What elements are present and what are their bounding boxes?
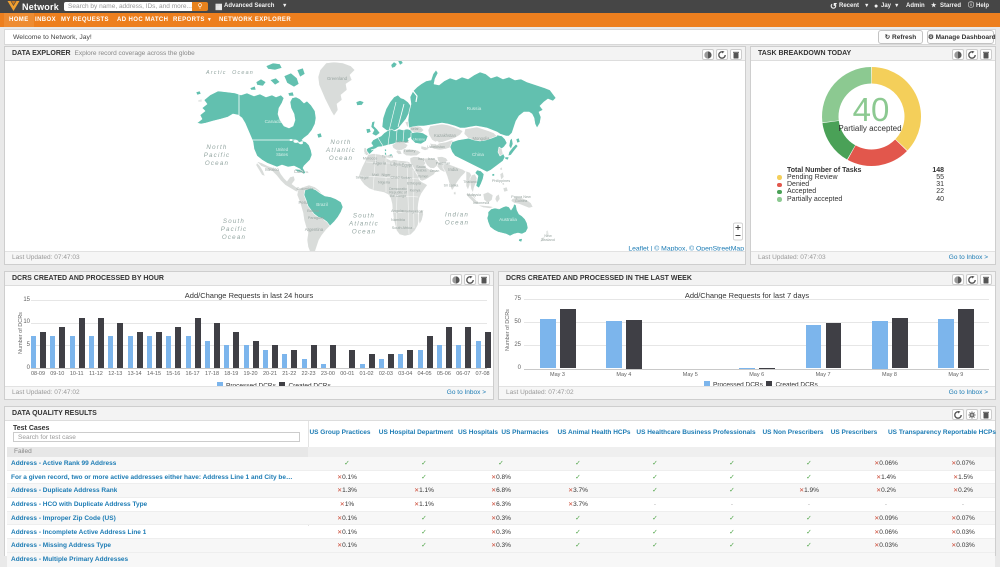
svg-text:Ukraine: Ukraine bbox=[413, 138, 425, 142]
svg-text:Zealand: Zealand bbox=[541, 238, 555, 242]
svg-text:Guinea: Guinea bbox=[515, 199, 528, 203]
svg-text:Tunisia: Tunisia bbox=[382, 155, 393, 159]
svg-text:Kazakhstan: Kazakhstan bbox=[434, 133, 457, 138]
svg-text:China: China bbox=[472, 152, 484, 157]
svg-text:Ocean: Ocean bbox=[329, 155, 353, 162]
svg-text:Romania: Romania bbox=[396, 140, 409, 144]
svg-text:Ocean: Ocean bbox=[222, 234, 246, 241]
svg-text:Ocean: Ocean bbox=[205, 160, 229, 167]
svg-text:Pacific: Pacific bbox=[204, 152, 231, 159]
svg-text:Canada: Canada bbox=[265, 119, 282, 125]
svg-text:Bolivia: Bolivia bbox=[307, 208, 320, 213]
svg-text:South: South bbox=[353, 213, 375, 220]
svg-text:Madagascar: Madagascar bbox=[403, 210, 425, 214]
svg-text:South Africa: South Africa bbox=[392, 226, 413, 230]
svg-text:Sri Lanka: Sri Lanka bbox=[444, 184, 459, 188]
svg-text:Iran: Iran bbox=[428, 156, 435, 161]
svg-text:Atlantic: Atlantic bbox=[348, 220, 379, 227]
svg-text:Egypt: Egypt bbox=[402, 162, 414, 167]
svg-text:Uzbekistan: Uzbekistan bbox=[427, 145, 445, 149]
svg-text:Philippines: Philippines bbox=[492, 179, 510, 183]
svg-text:the Congo: the Congo bbox=[390, 194, 406, 198]
svg-text:Arabia: Arabia bbox=[416, 168, 428, 172]
svg-text:States: States bbox=[276, 152, 288, 157]
svg-text:Algeria: Algeria bbox=[373, 161, 387, 166]
svg-text:Colombia: Colombia bbox=[297, 186, 315, 191]
svg-text:Mongolia: Mongolia bbox=[473, 136, 491, 141]
svg-text:Belar...: Belar... bbox=[411, 127, 422, 131]
svg-text:Brazil: Brazil bbox=[316, 202, 328, 207]
svg-text:Paraguay: Paraguay bbox=[308, 216, 324, 220]
svg-text:Pakistan: Pakistan bbox=[436, 162, 451, 166]
svg-text:Senegal: Senegal bbox=[356, 175, 369, 179]
svg-text:Peru: Peru bbox=[298, 200, 308, 205]
svg-text:Ocean: Ocean bbox=[352, 228, 376, 235]
svg-text:Kenya: Kenya bbox=[410, 189, 422, 193]
svg-text:Russia: Russia bbox=[467, 106, 482, 112]
svg-text:Indian: Indian bbox=[445, 212, 469, 219]
svg-text:Turkey: Turkey bbox=[403, 148, 415, 153]
svg-text:Atlantic: Atlantic bbox=[325, 147, 356, 154]
svg-text:Greenland: Greenland bbox=[327, 76, 348, 81]
svg-text:Malaysia: Malaysia bbox=[467, 193, 481, 197]
svg-text:Libya: Libya bbox=[390, 162, 401, 167]
svg-text:Australia: Australia bbox=[499, 217, 517, 222]
svg-text:Thailand: Thailand bbox=[463, 180, 476, 184]
svg-text:Mali: Mali bbox=[372, 173, 379, 177]
svg-text:Indonesia: Indonesia bbox=[473, 201, 490, 205]
svg-text:Mexico: Mexico bbox=[265, 167, 279, 172]
svg-text:Pacific: Pacific bbox=[221, 226, 248, 233]
svg-text:Oman: Oman bbox=[430, 169, 440, 173]
svg-text:Argentina: Argentina bbox=[305, 227, 324, 232]
svg-text:South: South bbox=[223, 218, 245, 225]
svg-text:Iraq: Iraq bbox=[418, 157, 425, 161]
svg-text:Cuba: Cuba bbox=[294, 169, 305, 174]
svg-text:Nigeria: Nigeria bbox=[378, 181, 391, 185]
svg-text:Yemen: Yemen bbox=[418, 175, 429, 179]
svg-text:North: North bbox=[330, 139, 351, 146]
svg-text:India: India bbox=[448, 167, 458, 172]
svg-text:Ethiopia: Ethiopia bbox=[407, 182, 422, 186]
svg-text:Sudan: Sudan bbox=[401, 176, 412, 180]
svg-text:North: North bbox=[206, 144, 227, 151]
svg-text:Ocean: Ocean bbox=[445, 219, 469, 226]
svg-text:Arctic Ocean: Arctic Ocean bbox=[205, 70, 254, 76]
svg-text:Chad: Chad bbox=[390, 175, 399, 179]
svg-text:Namibia: Namibia bbox=[391, 218, 406, 222]
